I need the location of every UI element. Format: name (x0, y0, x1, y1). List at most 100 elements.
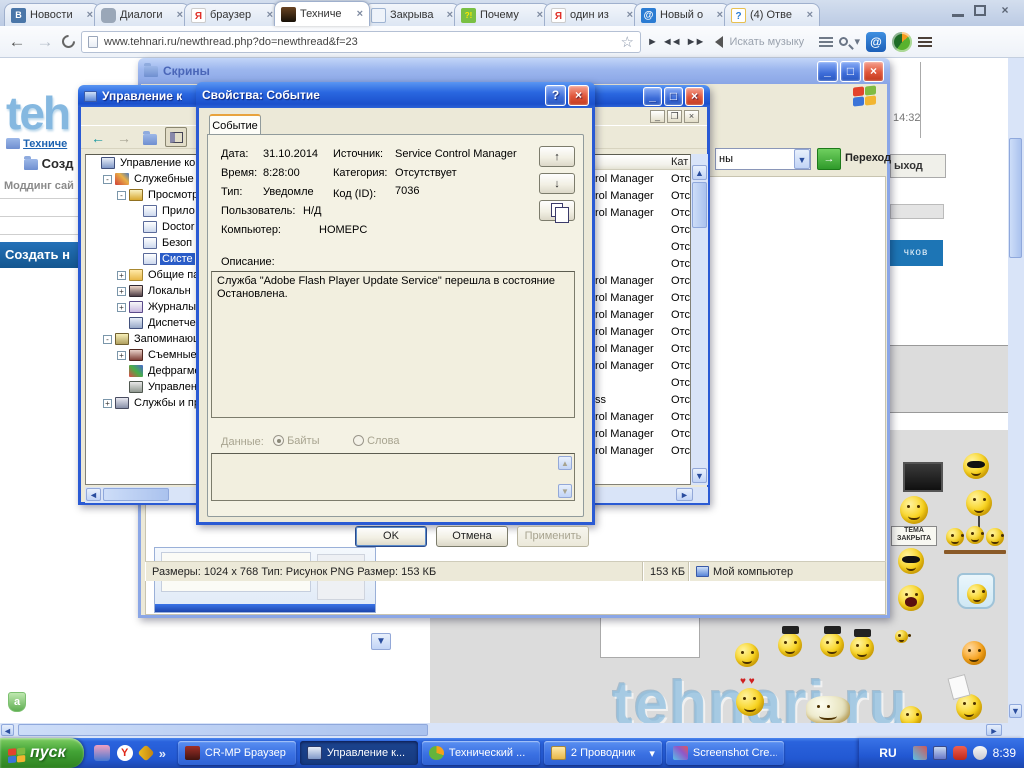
combo-dropdown-icon[interactable]: ▼ (794, 149, 810, 169)
table-smiley-icon[interactable] (966, 526, 984, 544)
taskbar-task[interactable]: Технический ... ▾ (422, 741, 540, 765)
back-icon[interactable]: ← (6, 32, 28, 52)
minimize-icon[interactable]: _ (650, 110, 665, 123)
close-icon[interactable]: × (685, 87, 704, 106)
tree-item-label[interactable]: Диспетче (146, 317, 198, 329)
tray-avast-icon[interactable] (973, 746, 987, 760)
up-folder-icon[interactable] (139, 127, 161, 147)
next-event-button[interactable]: ↓ (539, 173, 575, 194)
tab-close-icon[interactable]: × (537, 9, 543, 21)
scrollbar-thumb[interactable] (18, 724, 428, 736)
tab-close-icon[interactable]: × (357, 8, 363, 20)
balalaika-smiley-icon[interactable] (820, 633, 844, 657)
event-row[interactable]: rol Manager Отс (595, 187, 690, 204)
scroll-right-icon[interactable]: ► (676, 488, 693, 501)
restore-icon[interactable]: ❐ (667, 110, 682, 123)
tree-item-label[interactable]: Общие па (146, 269, 201, 281)
event-row[interactable]: rol Manager Отс (595, 204, 690, 221)
bookmark-star-icon[interactable] (621, 33, 634, 51)
scroll-right-icon[interactable]: ► (986, 724, 1002, 736)
jar-icon[interactable] (957, 573, 995, 609)
address-text[interactable]: www.tehnari.ru/newthread.php?do=newthrea… (104, 36, 615, 48)
go-arrow-icon[interactable]: → (817, 148, 841, 170)
form-field[interactable] (890, 204, 944, 219)
love-smiley-icon[interactable] (736, 688, 764, 716)
previous-event-button[interactable]: ↑ (539, 146, 575, 167)
vertical-scrollbar[interactable]: ▼ (1008, 58, 1024, 738)
tab-close-icon[interactable]: × (627, 9, 633, 21)
restore-icon[interactable] (974, 5, 986, 16)
section-link[interactable]: Техниче (23, 138, 67, 150)
create-link[interactable]: Созд (42, 156, 74, 171)
tree-item-label[interactable]: Doctor (160, 221, 196, 233)
reload-icon[interactable] (59, 32, 77, 50)
browser-tab[interactable]: Техниче × (274, 1, 370, 26)
event-row[interactable]: rol Manager Отс (595, 425, 690, 442)
dialog-titlebar[interactable]: Свойства: Событие ? × (196, 82, 595, 108)
event-row[interactable]: Отс (595, 221, 690, 238)
scroll-left-icon[interactable]: ◄ (1, 724, 14, 736)
tongue-smiley-icon[interactable] (735, 643, 759, 667)
tree-item-label[interactable]: Дефрагме (146, 365, 203, 377)
rewind-icon[interactable]: ◄◄ (662, 36, 680, 48)
search-icon[interactable] (839, 37, 848, 46)
browser-tab[interactable]: Закрыва × (364, 3, 460, 26)
description-textarea[interactable]: Служба "Adobe Flash Player Update Servic… (211, 271, 575, 418)
expand-toggle[interactable]: - (103, 335, 112, 344)
tree-item-label[interactable]: Управлен (146, 381, 199, 393)
language-indicator[interactable]: RU (869, 746, 906, 760)
event-row[interactable]: rol Manager Отс (595, 408, 690, 425)
taskbar-task[interactable]: Управление к... ▾ (300, 741, 418, 765)
fast-forward-icon[interactable]: ►► (686, 36, 704, 48)
address-bar[interactable]: www.tehnari.ru/newthread.php?do=newthrea… (81, 31, 641, 53)
tree-item-label[interactable]: Прило (160, 205, 197, 217)
dog-smiley-icon[interactable] (806, 696, 850, 724)
scroll-down-icon[interactable]: ▼ (371, 633, 391, 650)
speaker-icon[interactable] (709, 36, 723, 48)
browser-tab[interactable]: ? (4) Отве × (724, 3, 820, 26)
expand-toggle[interactable]: + (117, 287, 126, 296)
tv-smiley-icon[interactable] (903, 462, 943, 492)
words-radio[interactable]: Слова (353, 435, 400, 447)
event-row[interactable]: rol Manager Отс (595, 306, 690, 323)
go-label[interactable]: Переход (845, 152, 891, 164)
scream-smiley-icon[interactable] (898, 585, 924, 611)
taskbar-task[interactable]: Screenshot Cre... ▾ (666, 741, 784, 765)
help-icon[interactable]: ? (545, 85, 566, 106)
back-icon[interactable]: ← (87, 127, 109, 147)
ok-button[interactable]: OK (355, 526, 427, 547)
event-row[interactable]: rol Manager Отс (595, 442, 690, 459)
expand-toggle[interactable]: + (117, 351, 126, 360)
table-smiley-icon[interactable] (986, 528, 1004, 546)
tree-item-label[interactable]: Систе (160, 253, 195, 265)
microphone-smiley-icon[interactable] (966, 490, 992, 516)
mail-agent-icon[interactable]: @ (866, 32, 886, 52)
tab-close-icon[interactable]: × (87, 9, 93, 21)
browser-tab[interactable]: Диалоги × (94, 3, 190, 26)
list-icon[interactable] (819, 37, 833, 47)
scrollbar-thumb[interactable] (1009, 138, 1022, 258)
horizontal-scrollbar[interactable]: ◄ ► (0, 723, 1008, 738)
expand-toggle[interactable]: - (103, 175, 112, 184)
forward-icon[interactable]: → (34, 32, 56, 52)
tab-close-icon[interactable]: × (807, 9, 813, 21)
minimize-icon[interactable]: _ (643, 87, 662, 106)
tree-item-label[interactable]: Локальн (146, 285, 193, 297)
forward-icon[interactable]: → (113, 127, 135, 147)
table-smiley-icon[interactable] (946, 528, 964, 546)
explorer-titlebar[interactable]: Скрины _ □ × (138, 58, 890, 84)
close-icon[interactable]: × (996, 3, 1014, 18)
browser-tab[interactable]: Я один из × (544, 3, 640, 26)
start-button[interactable]: пуск (0, 738, 84, 768)
tab-event[interactable]: Событие (209, 114, 261, 135)
task-dropdown-icon[interactable]: ▾ (649, 747, 655, 760)
close-icon[interactable]: × (568, 85, 589, 106)
event-row[interactable]: rol Manager Отс (595, 272, 690, 289)
headphones-smiley-icon[interactable] (900, 496, 928, 524)
scroll-left-icon[interactable]: ◄ (86, 488, 101, 501)
event-row[interactable]: ss Отс (595, 391, 690, 408)
tree-item-label[interactable]: Журналы (146, 301, 198, 313)
adguard-shield-icon[interactable]: a (8, 692, 26, 712)
logout-button[interactable]: ыход (890, 154, 946, 178)
tab-close-icon[interactable]: × (267, 9, 273, 21)
